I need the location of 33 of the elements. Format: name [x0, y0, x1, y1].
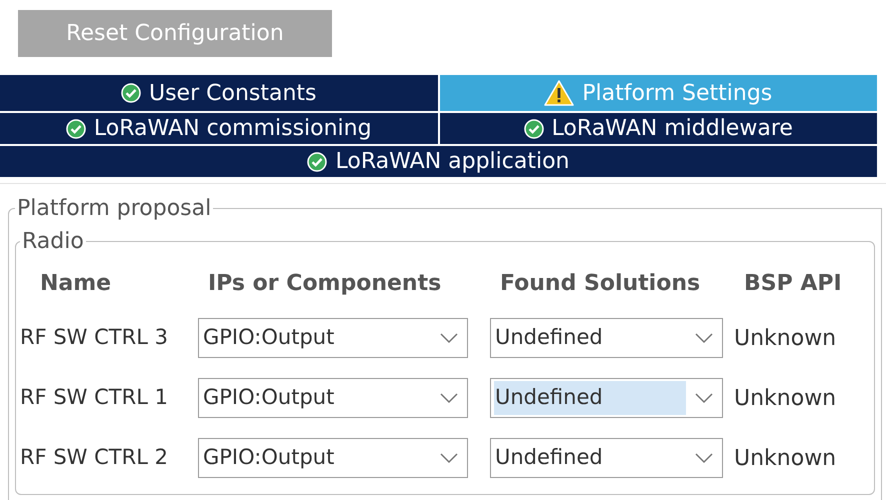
warning-icon	[544, 80, 574, 106]
chevron-icon	[439, 332, 459, 344]
row-name: RF SW CTRL 2	[20, 444, 169, 472]
tab[interactable]: User Constants	[0, 75, 438, 111]
column-header: Found Solutions	[499, 270, 702, 298]
column-header: IPs or Components	[207, 270, 442, 298]
chevron-icon	[439, 392, 459, 404]
chevron-icon	[694, 452, 714, 464]
dropdown[interactable]: GPIO:Output	[198, 378, 468, 418]
dropdown[interactable]: Undefined	[490, 378, 723, 418]
chevron-icon	[694, 392, 714, 404]
api-status: Unknown	[734, 384, 838, 412]
dropdown[interactable]: GPIO:Output	[198, 318, 468, 358]
check-circle-icon	[66, 118, 86, 138]
check-circle-icon	[120, 83, 141, 103]
chevron-icon	[439, 452, 459, 464]
column-header: BSP API	[743, 270, 843, 298]
tab[interactable]: LoRaWAN commissioning	[0, 113, 438, 144]
dropdown[interactable]: Undefined	[490, 318, 723, 358]
row-name: RF SW CTRL 1	[20, 384, 169, 412]
check-circle-icon	[524, 118, 544, 138]
api-status: Unknown	[734, 324, 838, 352]
tab[interactable]: LoRaWAN middleware	[440, 113, 877, 144]
dropdown[interactable]: Undefined	[490, 438, 723, 478]
dropdown[interactable]: GPIO:Output	[198, 438, 468, 478]
tab[interactable]: LoRaWAN application	[0, 146, 877, 177]
group-title: Radio	[21, 228, 85, 256]
column-header: Name	[39, 270, 112, 298]
row-name: RF SW CTRL 3	[20, 324, 169, 352]
chevron-icon	[694, 332, 714, 344]
check-circle-icon	[307, 152, 328, 172]
api-status: Unknown	[734, 444, 838, 472]
group-title: Platform proposal	[16, 195, 212, 223]
